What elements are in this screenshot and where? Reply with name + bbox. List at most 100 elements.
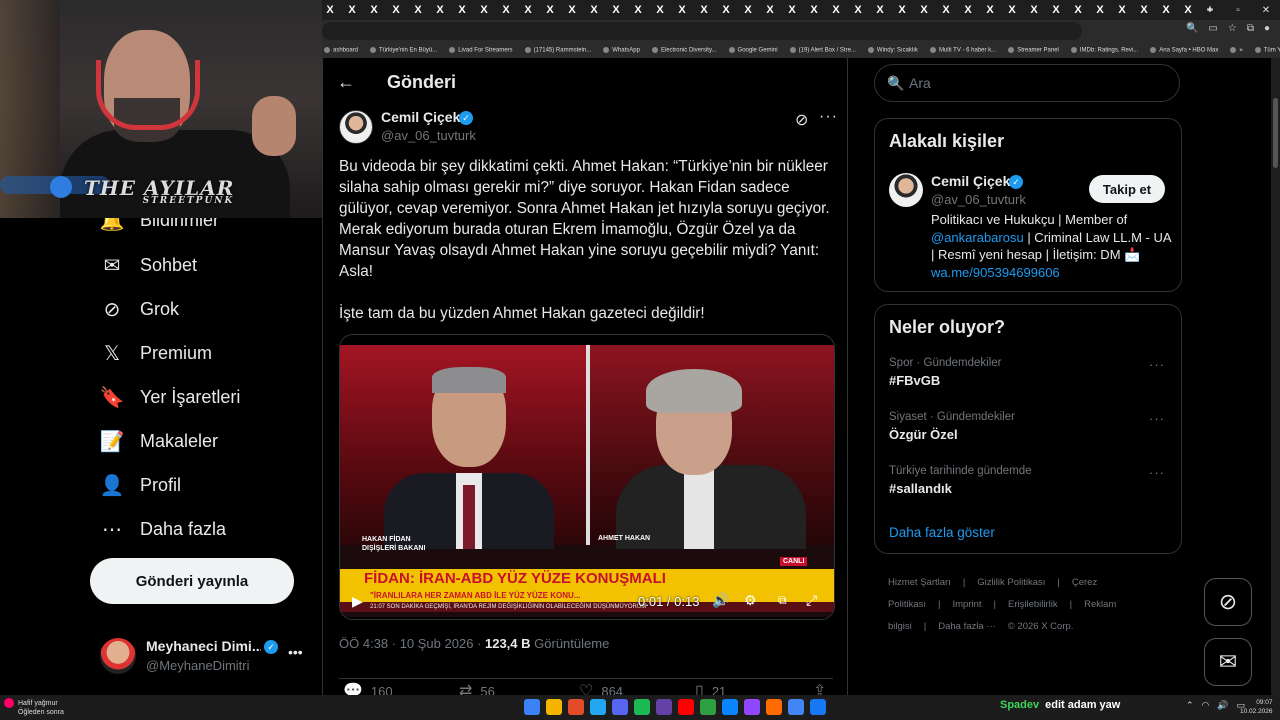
taskbar-app-icon[interactable] bbox=[766, 699, 782, 715]
browser-tab[interactable]: X bbox=[476, 0, 492, 20]
browser-tab[interactable]: X bbox=[938, 0, 954, 20]
taskbar-app-icon[interactable] bbox=[810, 699, 826, 715]
volume-icon[interactable]: 🔊 bbox=[712, 592, 729, 609]
bookmark-item[interactable]: WhatsApp bbox=[603, 47, 640, 53]
author-avatar[interactable] bbox=[339, 110, 373, 144]
browser-tab[interactable]: X bbox=[1114, 0, 1130, 20]
maximize-button[interactable]: ▫ bbox=[1224, 0, 1252, 20]
extensions-icon[interactable]: ⧉ bbox=[1247, 23, 1254, 34]
browser-tab[interactable]: X bbox=[894, 0, 910, 20]
nav-item-chat[interactable]: ✉ Sohbet bbox=[100, 253, 197, 277]
browser-tab[interactable]: X bbox=[542, 0, 558, 20]
footer-link[interactable]: Erişilebilirlik bbox=[1008, 599, 1058, 610]
browser-tab[interactable]: X bbox=[850, 0, 866, 20]
close-window-button[interactable]: ✕ bbox=[1252, 0, 1280, 20]
trend-item[interactable]: Siyaset · Gündemdekiler Özgür Özel ··· bbox=[889, 411, 1171, 442]
back-arrow-icon[interactable]: ← bbox=[337, 72, 355, 93]
footer-link[interactable]: Daha fazla ··· bbox=[938, 621, 996, 632]
nav-item-profile[interactable]: 👤 Profil bbox=[100, 473, 181, 497]
more-options-icon[interactable]: ··· bbox=[1149, 465, 1165, 480]
browser-tab[interactable]: X bbox=[1158, 0, 1174, 20]
taskbar-app-icon[interactable] bbox=[678, 699, 694, 715]
browser-tab[interactable]: X bbox=[960, 0, 976, 20]
browser-tab[interactable]: X bbox=[1180, 0, 1196, 20]
network-icon[interactable]: ◠ bbox=[1202, 700, 1210, 711]
footer-link[interactable]: Gizlilik Politikası bbox=[977, 577, 1045, 588]
profile-icon[interactable]: ● bbox=[1264, 23, 1270, 34]
bookmark-item[interactable]: » bbox=[1230, 47, 1242, 53]
bookmark-item[interactable]: Tüm Yer İşaretleri bbox=[1255, 47, 1280, 53]
author-name[interactable]: Cemil Çiçek bbox=[381, 109, 460, 125]
post-timestamp[interactable]: ÖÖ 4:38 · 10 Şub 2026 · bbox=[339, 636, 485, 651]
bookmark-item[interactable]: Streamer Panel bbox=[1008, 47, 1059, 53]
scrollbar-thumb[interactable] bbox=[1273, 98, 1278, 168]
post-button[interactable]: Gönderi yayınla bbox=[90, 558, 294, 604]
browser-tab[interactable]: X bbox=[806, 0, 822, 20]
trend-item[interactable]: Spor · Gündemdekiler #FBvGB ··· bbox=[889, 357, 1171, 388]
taskbar-app-icon[interactable] bbox=[612, 699, 628, 715]
video-player[interactable]: HAKAN FİDAN DIŞİŞLERİ BAKANI AHMET HAKAN … bbox=[339, 334, 835, 620]
taskbar-app-icon[interactable] bbox=[634, 699, 650, 715]
messages-fab-icon[interactable]: ✉ bbox=[1204, 638, 1252, 686]
author-handle[interactable]: @av_06_tuvturk bbox=[381, 128, 476, 143]
search-input[interactable] bbox=[909, 73, 1169, 93]
bookmark-item[interactable]: Türkiye'nin En Büyü... bbox=[370, 47, 437, 53]
taskbar-app-icon[interactable] bbox=[590, 699, 606, 715]
bio-mention-link[interactable]: @ankarabarosu bbox=[931, 230, 1024, 245]
taskbar-app-icon[interactable] bbox=[788, 699, 804, 715]
tray-chevron-icon[interactable]: ⌃ bbox=[1186, 700, 1194, 711]
browser-tab[interactable]: X bbox=[366, 0, 382, 20]
taskbar-app-icon[interactable] bbox=[722, 699, 738, 715]
browser-tab[interactable]: X bbox=[762, 0, 778, 20]
bookmark-button[interactable]: ▯ 21 bbox=[695, 681, 726, 695]
grok-fab-icon[interactable]: ⊘ bbox=[1204, 578, 1252, 626]
follow-button[interactable]: Takip et bbox=[1089, 175, 1165, 203]
repost-button[interactable]: ⇄ 56 bbox=[459, 681, 495, 695]
play-icon[interactable]: ▶ bbox=[352, 593, 363, 610]
nav-item-premium[interactable]: 𝕏 Premium bbox=[100, 341, 212, 365]
related-avatar[interactable] bbox=[889, 173, 923, 207]
taskbar-app-icon[interactable] bbox=[524, 699, 540, 715]
reply-button[interactable]: 💬 160 bbox=[343, 681, 393, 695]
browser-tab[interactable]: X bbox=[828, 0, 844, 20]
bio-url-link[interactable]: wa.me/905394699606 bbox=[931, 265, 1060, 280]
star-icon[interactable]: ☆ bbox=[1228, 23, 1237, 34]
browser-tab[interactable]: X bbox=[344, 0, 360, 20]
picture-in-picture-icon[interactable]: ⧉ bbox=[778, 593, 787, 608]
minimize-button[interactable]: – bbox=[1196, 0, 1224, 20]
bookmark-item[interactable]: Livad For Streamers bbox=[449, 47, 512, 53]
footer-link[interactable]: Hizmet Şartları bbox=[888, 577, 951, 588]
grok-icon[interactable]: ⊘ bbox=[795, 110, 808, 130]
browser-tab[interactable]: X bbox=[718, 0, 734, 20]
weather-widget[interactable]: Hafif yağmur Öğleden sonra bbox=[4, 698, 64, 717]
browser-tab[interactable]: X bbox=[454, 0, 470, 20]
browser-tab[interactable]: X bbox=[608, 0, 624, 20]
browser-tab[interactable]: X bbox=[1048, 0, 1064, 20]
browser-tab[interactable]: X bbox=[630, 0, 646, 20]
more-options-icon[interactable]: ··· bbox=[1149, 357, 1165, 372]
search-box[interactable]: 🔍 bbox=[874, 64, 1180, 102]
account-switcher[interactable]: Meyhaneci Dimi... ✓ @MeyhaneDimitri ••• bbox=[100, 636, 310, 680]
bookmark-item[interactable]: ashboard bbox=[324, 47, 358, 53]
browser-tab[interactable]: X bbox=[1136, 0, 1152, 20]
nav-item-more[interactable]: ⋯ Daha fazla bbox=[100, 517, 226, 541]
bookmark-item[interactable]: Multi TV - 6 haber k... bbox=[930, 47, 996, 53]
browser-tab[interactable]: X bbox=[1026, 0, 1042, 20]
taskbar-app-icon[interactable] bbox=[546, 699, 562, 715]
bookmark-item[interactable]: IMDb: Ratings, Revi... bbox=[1071, 47, 1138, 53]
browser-tab[interactable]: X bbox=[564, 0, 580, 20]
taskbar-app-icon[interactable] bbox=[656, 699, 672, 715]
browser-tab[interactable]: X bbox=[388, 0, 404, 20]
more-icon[interactable]: ••• bbox=[288, 644, 303, 660]
fullscreen-icon[interactable]: ⤢ bbox=[806, 592, 817, 609]
zoom-icon[interactable]: 🔍 bbox=[1186, 23, 1198, 34]
bookmark-item[interactable]: (17145) Rammstein... bbox=[525, 47, 592, 53]
nav-item-grok[interactable]: ⊘ Grok bbox=[100, 297, 179, 321]
more-options-icon[interactable]: ··· bbox=[1149, 411, 1165, 426]
taskbar-app-icon[interactable] bbox=[744, 699, 760, 715]
browser-tab[interactable]: X bbox=[410, 0, 426, 20]
address-bar[interactable] bbox=[322, 22, 1082, 40]
browser-tab[interactable]: X bbox=[1004, 0, 1020, 20]
bookmark-item[interactable]: (19) Alert Box / Stre... bbox=[790, 47, 856, 53]
footer-link[interactable]: Imprint bbox=[952, 599, 981, 610]
